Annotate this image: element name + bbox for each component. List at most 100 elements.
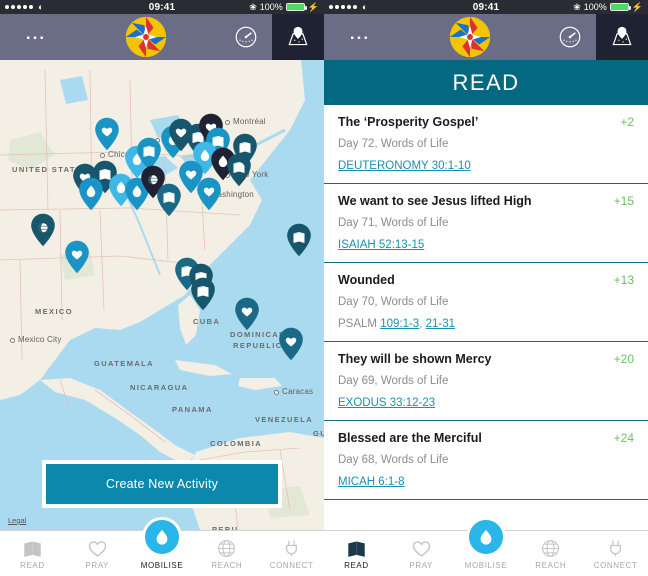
bluetooth-icon: ❀ — [249, 1, 257, 12]
map-view-button[interactable] — [596, 14, 648, 60]
tab-label: PRAY — [85, 560, 109, 570]
read-list-item[interactable]: They will be shown Mercy +20 Day 69, Words… — [324, 342, 648, 421]
scripture-reference-link[interactable]: DEUTERONOMY 30:1-10 — [338, 160, 471, 172]
pin-shape — [235, 297, 259, 331]
legal-link[interactable]: Legal — [8, 516, 26, 525]
battery-percent: 100% — [583, 2, 607, 12]
tab-label: MOBILISE — [140, 561, 184, 570]
status-bar: ◐ 09:41 ❀ 100% ⚡ — [324, 0, 648, 14]
read-list-item[interactable]: The ‘Prosperity Gospel’ +2 Day 72, Words o… — [324, 105, 648, 184]
map-pin-book[interactable] — [232, 133, 258, 167]
tab-pray[interactable]: PRAY — [65, 531, 130, 576]
read-item-header: Blessed are the Merciful +24 — [338, 431, 634, 445]
map-pin-heart[interactable] — [64, 240, 90, 274]
tab-mobilise[interactable]: MOBILISE — [454, 517, 519, 576]
read-item-header: Wounded +13 — [338, 273, 634, 287]
status-bar: ◐ 09:41 ❀ 100% ⚡ — [0, 0, 324, 14]
lightning-bolt-icon: ⚡ — [307, 1, 319, 12]
speedometer-button[interactable] — [544, 14, 596, 60]
more-options-button[interactable]: ... — [324, 14, 396, 60]
tab-reach[interactable]: REACH — [194, 531, 259, 576]
pin-shape — [95, 117, 119, 151]
map-pin-book[interactable] — [286, 223, 312, 257]
tab-mobilise[interactable]: MOBILISE — [130, 517, 195, 576]
scripture-reference-link[interactable]: ISAIAH 52:13-15 — [338, 239, 424, 251]
create-new-activity-button[interactable]: Create New Activity — [46, 464, 278, 504]
tab-label: READ — [20, 560, 45, 570]
tab-reach[interactable]: REACH — [518, 531, 583, 576]
bottom-tab-bar-right[interactable]: READ PRAY MOBILISE REACH CONNECT — [324, 517, 648, 576]
scripture-reference-link[interactable]: 21-31 — [426, 318, 455, 330]
battery-icon — [609, 3, 631, 11]
read-item-score: +13 — [613, 273, 634, 287]
read-item-reference: PSALM 109:1-3, 21-31 — [338, 318, 456, 330]
create-activity-container: Create New Activity — [42, 460, 282, 508]
scripture-reference-link[interactable]: EXODUS 33:12-23 — [338, 397, 435, 409]
heart-icon — [88, 540, 106, 557]
read-list-item[interactable]: Wounded +13 Day 70, Words of Life PSALM 109… — [324, 263, 648, 342]
read-item-score: +15 — [613, 194, 634, 208]
map-pin-heart[interactable] — [196, 177, 222, 211]
read-list-item[interactable]: We want to see Jesus lifted High +15 Day 7… — [324, 184, 648, 263]
read-item-list[interactable]: The ‘Prosperity Gospel’ +2 Day 72, Words o… — [324, 105, 648, 530]
map-pin-book[interactable] — [190, 277, 216, 311]
map-label: GU — [313, 429, 324, 438]
city-marker-dot — [274, 390, 279, 395]
app-logo — [396, 14, 544, 60]
map-label: CUBA — [193, 317, 221, 326]
globe-icon — [218, 539, 236, 557]
map-view[interactable]: UNITED STATESMontréalChicagoTorontoNew Y… — [0, 60, 324, 530]
speedometer-icon — [559, 26, 581, 48]
dual-screen-container: ◐ 09:41 ❀ 100% ⚡ ... UNITED STATES Montr… — [0, 0, 648, 576]
tab-pray[interactable]: PRAY — [389, 531, 454, 576]
speedometer-icon — [235, 26, 257, 48]
read-item-subtitle: Day 69, Words of Life — [338, 375, 449, 387]
tab-connect[interactable]: CONNECT — [259, 531, 324, 576]
tab-label: PRAY — [409, 560, 433, 570]
tab-label: READ — [344, 560, 369, 570]
bottom-tab-bar-left[interactable]: READ PRAY MOBILISE REACH CONNECT — [0, 517, 324, 576]
map-pin-heart[interactable] — [278, 327, 304, 361]
read-item-subtitle: Day 71, Words of Life — [338, 217, 449, 229]
read-item-reference: EXODUS 33:12-23 — [338, 397, 634, 409]
read-item-title: Wounded — [338, 273, 395, 287]
mobilise-flame-button[interactable] — [141, 517, 182, 557]
pin-shape — [79, 177, 103, 211]
pin-shape — [279, 327, 303, 361]
read-item-subtitle: Day 70, Words of Life — [338, 296, 449, 308]
left-phone-screen: ◐ 09:41 ❀ 100% ⚡ ... UNITED STATES Montr… — [0, 0, 324, 576]
read-item-title: We want to see Jesus lifted High — [338, 194, 532, 208]
map-pin-heart[interactable] — [234, 297, 260, 331]
globe-icon — [542, 539, 560, 557]
city-marker-dot — [10, 338, 15, 343]
scripture-reference-link[interactable]: MICAH 6:1-8 — [338, 476, 404, 488]
book-icon — [348, 540, 365, 557]
read-item-header: We want to see Jesus lifted High +15 — [338, 194, 634, 208]
mobilise-flame-button[interactable] — [465, 517, 506, 557]
read-item-score: +24 — [613, 431, 634, 445]
nav-bar: ... — [324, 14, 648, 60]
map-pin-globe[interactable] — [30, 213, 56, 247]
tab-read[interactable]: READ — [324, 531, 389, 576]
tab-label: REACH — [535, 560, 567, 570]
map-label: MEXICO — [35, 307, 73, 316]
tab-connect[interactable]: CONNECT — [583, 531, 648, 576]
read-list-item[interactable]: Blessed are the Merciful +24 Day 68, Words… — [324, 421, 648, 500]
tab-label: CONNECT — [269, 560, 314, 570]
map-label: REPUBLIC — [233, 341, 283, 350]
speedometer-button[interactable] — [220, 14, 272, 60]
map-pin-flame[interactable] — [78, 177, 104, 211]
bluetooth-icon: ❀ — [573, 1, 581, 12]
city-marker-dot — [100, 153, 105, 158]
read-item-reference: MICAH 6:1-8 — [338, 476, 634, 488]
more-options-button[interactable]: ... — [0, 14, 72, 60]
map-pin-icon — [288, 26, 308, 46]
battery-percent: 100% — [259, 2, 283, 12]
pin-shape — [233, 133, 257, 167]
map-pin-heart[interactable] — [94, 117, 120, 151]
tab-read[interactable]: READ — [0, 531, 65, 576]
read-item-title: Blessed are the Merciful — [338, 431, 482, 445]
scripture-reference-link[interactable]: 109:1-3 — [380, 318, 419, 330]
map-view-button[interactable] — [272, 14, 324, 60]
map-label: COLOMBIA — [210, 439, 263, 448]
